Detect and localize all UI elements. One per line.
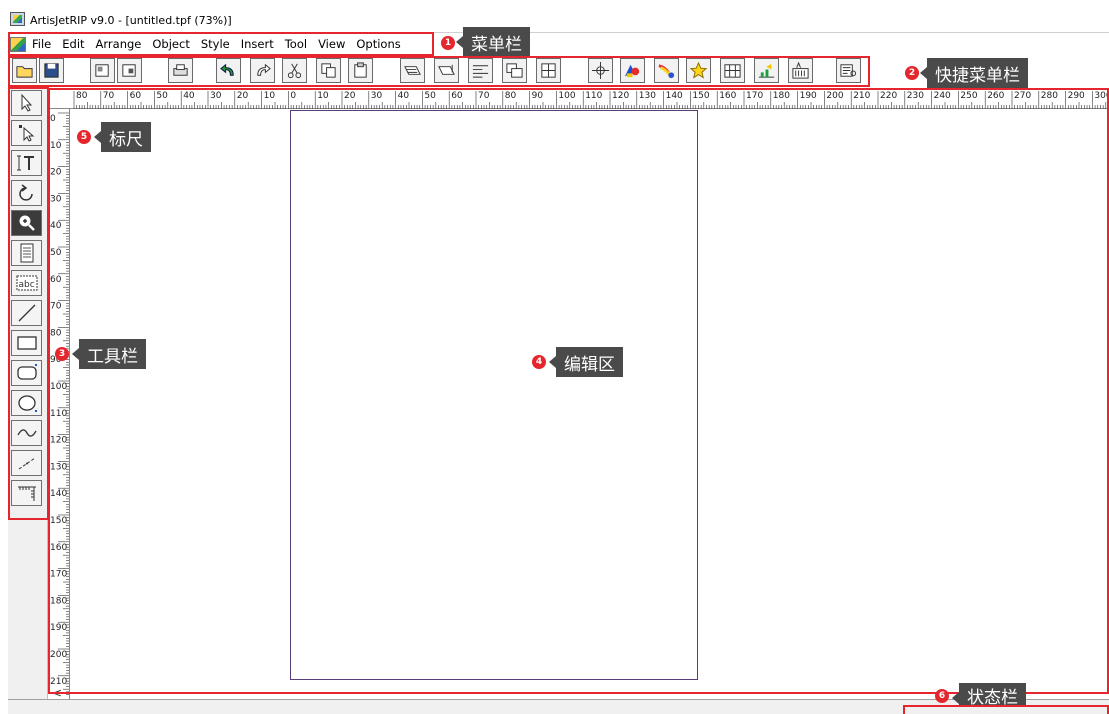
quick-toolbar-highlight — [8, 56, 870, 87]
annotation-badge-6: 6 — [935, 689, 949, 703]
annotation-status-bar: 状态栏 — [952, 683, 1026, 708]
annotation-badge-4: 4 — [532, 355, 546, 369]
annotation-badge-1: 1 — [441, 36, 455, 50]
annotation-menu-bar: 菜单栏 — [456, 27, 530, 57]
annotation-badge-2: 2 — [905, 66, 919, 80]
app-icon — [10, 12, 25, 26]
edit-area-highlight — [48, 88, 1109, 694]
title-bar: ArtisJetRIP v9.0 - [untitled.tpf (73%)] — [0, 0, 1109, 32]
menu-bar-highlight — [8, 32, 434, 56]
tool-panel-highlight — [8, 87, 49, 520]
annotation-quick-menu-bar: 快捷菜单栏 — [920, 58, 1028, 88]
annotation-edit-area: 编辑区 — [549, 347, 623, 377]
annotation-badge-5: 5 — [77, 130, 91, 144]
window-title: ArtisJetRIP v9.0 - [untitled.tpf (73%)] — [30, 14, 232, 27]
annotation-ruler: 标尺 — [94, 122, 151, 152]
status-bar-highlight — [903, 705, 1109, 714]
